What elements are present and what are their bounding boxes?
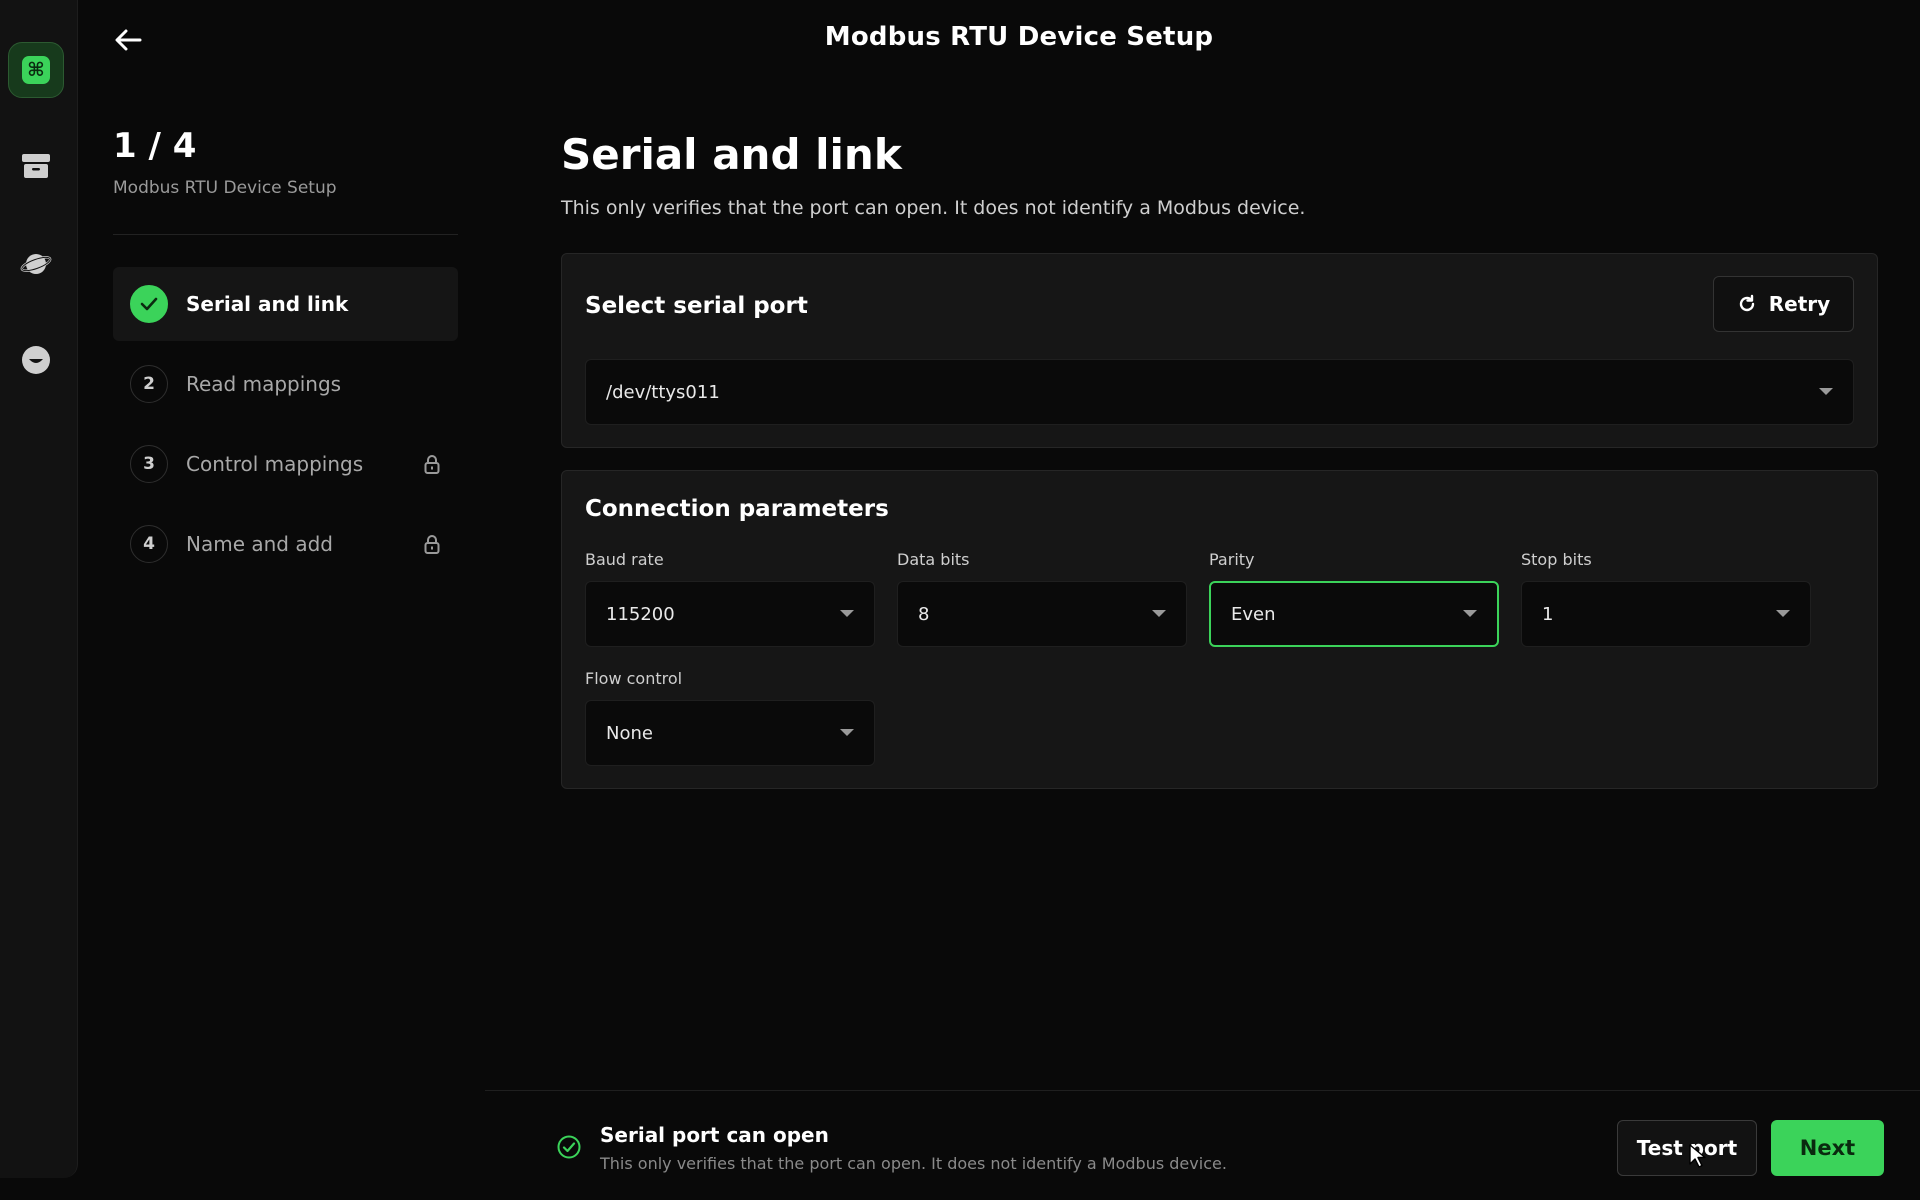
smiley-icon bbox=[22, 346, 50, 374]
rail-item-profile[interactable] bbox=[8, 332, 64, 388]
status-title: Serial port can open bbox=[600, 1123, 829, 1147]
select-value: None bbox=[606, 722, 653, 744]
serial-port-select[interactable]: /dev/ttys011 bbox=[585, 359, 1854, 425]
main-content: Serial and link This only verifies that … bbox=[561, 130, 1878, 789]
next-label: Next bbox=[1799, 1136, 1856, 1160]
setup-stepper: 1 / 4 Modbus RTU Device Setup Serial and… bbox=[113, 126, 458, 587]
divider bbox=[113, 234, 458, 235]
chevron-down-icon bbox=[1463, 610, 1477, 617]
step-number: 3 bbox=[130, 445, 168, 483]
select-value: 115200 bbox=[606, 603, 675, 625]
serial-port-value: /dev/ttys011 bbox=[606, 381, 720, 403]
parity-select[interactable]: Even bbox=[1209, 581, 1499, 647]
app-rail: ⌘ bbox=[0, 0, 78, 1178]
test-port-label: Test port bbox=[1636, 1136, 1738, 1160]
step-complete-badge bbox=[130, 285, 168, 323]
refresh-icon bbox=[1739, 294, 1754, 312]
chevron-down-icon bbox=[1776, 610, 1790, 617]
section-description: This only verifies that the port can ope… bbox=[561, 197, 1306, 219]
card-title: Connection parameters bbox=[585, 496, 889, 522]
field-label: Data bits bbox=[897, 550, 970, 569]
step-control-mappings[interactable]: 3 Control mappings bbox=[113, 427, 458, 501]
stop-bits-select[interactable]: 1 bbox=[1521, 581, 1811, 647]
command-icon: ⌘ bbox=[22, 56, 50, 84]
field-label: Flow control bbox=[585, 669, 683, 688]
parity-field: Parity Even bbox=[1209, 550, 1499, 647]
step-number: 4 bbox=[130, 525, 168, 563]
page-title: Modbus RTU Device Setup bbox=[824, 22, 1214, 52]
retry-label: Retry bbox=[1768, 292, 1831, 316]
step-name-and-add[interactable]: 4 Name and add bbox=[113, 507, 458, 581]
field-label: Parity bbox=[1209, 550, 1255, 569]
check-circle-icon bbox=[557, 1135, 581, 1159]
footer-bar: Serial port can open This only verifies … bbox=[485, 1090, 1920, 1200]
step-label: Name and add bbox=[186, 532, 333, 556]
step-number: 2 bbox=[130, 365, 168, 403]
step-label: Serial and link bbox=[186, 292, 349, 316]
chevron-down-icon bbox=[840, 729, 854, 736]
lock-icon bbox=[424, 535, 440, 554]
serial-port-card: Select serial port Retry /dev/ttys011 bbox=[561, 253, 1878, 448]
select-value: 1 bbox=[1542, 603, 1554, 625]
stop-bits-field: Stop bits 1 bbox=[1521, 550, 1811, 647]
archive-icon bbox=[22, 154, 50, 178]
top-bar: Modbus RTU Device Setup bbox=[78, 0, 1920, 78]
lock-icon bbox=[424, 455, 440, 474]
step-serial-and-link[interactable]: Serial and link bbox=[113, 267, 458, 341]
chevron-down-icon bbox=[1819, 388, 1833, 395]
rail-item-planet[interactable] bbox=[8, 236, 64, 292]
connection-parameters-card: Connection parameters Baud rate 115200 D… bbox=[561, 470, 1878, 789]
card-title: Select serial port bbox=[585, 293, 808, 319]
section-title: Serial and link bbox=[561, 130, 902, 179]
data-bits-field: Data bits 8 bbox=[897, 550, 1187, 647]
step-label: Read mappings bbox=[186, 372, 342, 396]
baud-rate-select[interactable]: 115200 bbox=[585, 581, 875, 647]
field-label: Baud rate bbox=[585, 550, 664, 569]
flow-control-field: Flow control None bbox=[585, 669, 875, 766]
next-button[interactable]: Next bbox=[1771, 1120, 1884, 1176]
data-bits-select[interactable]: 8 bbox=[897, 581, 1187, 647]
rail-item-archive[interactable] bbox=[8, 138, 64, 194]
select-value: 8 bbox=[918, 603, 930, 625]
test-port-button[interactable]: Test port bbox=[1617, 1120, 1757, 1176]
chevron-down-icon bbox=[840, 610, 854, 617]
rail-item-command[interactable]: ⌘ bbox=[8, 42, 64, 98]
check-icon bbox=[140, 297, 158, 311]
parameters-grid: Baud rate 115200 Data bits 8 Parity Even bbox=[585, 550, 1854, 766]
step-read-mappings[interactable]: 2 Read mappings bbox=[113, 347, 458, 421]
step-label: Control mappings bbox=[186, 452, 364, 476]
step-list: Serial and link 2 Read mappings 3 Contro… bbox=[113, 267, 458, 581]
select-value: Even bbox=[1231, 603, 1276, 625]
status-description: This only verifies that the port can ope… bbox=[600, 1154, 1227, 1173]
field-label: Stop bits bbox=[1521, 550, 1592, 569]
stepper-subtitle: Modbus RTU Device Setup bbox=[113, 178, 337, 198]
chevron-down-icon bbox=[1152, 610, 1166, 617]
planet-icon bbox=[20, 254, 52, 274]
baud-rate-field: Baud rate 115200 bbox=[585, 550, 875, 647]
step-count: 1 / 4 bbox=[113, 126, 197, 166]
flow-control-select[interactable]: None bbox=[585, 700, 875, 766]
retry-button[interactable]: Retry bbox=[1713, 276, 1854, 332]
